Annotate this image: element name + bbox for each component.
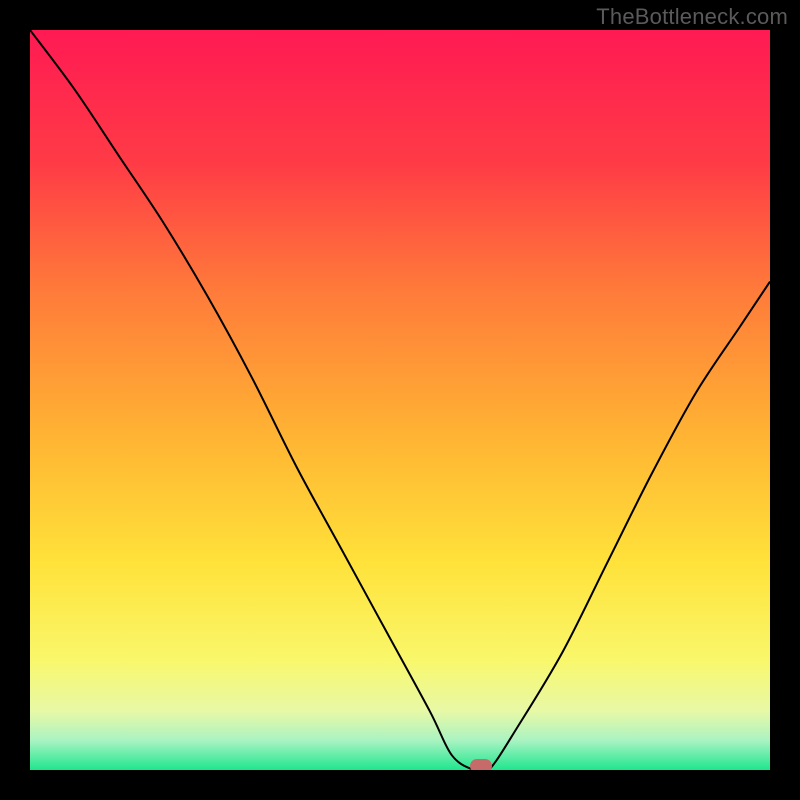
bottleneck-curve [30,30,770,770]
plot-area [30,30,770,770]
curve-path [30,30,770,770]
chart-frame: TheBottleneck.com [0,0,800,800]
watermark-text: TheBottleneck.com [596,4,788,30]
optimal-point-marker [470,759,492,770]
